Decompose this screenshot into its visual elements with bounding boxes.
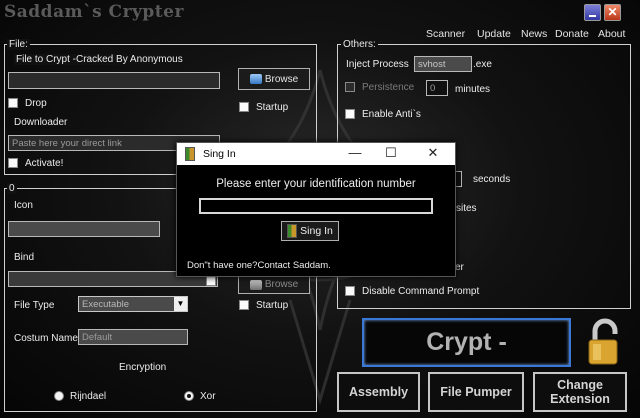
file-path-field[interactable] bbox=[8, 72, 220, 89]
file-group-label: File: bbox=[7, 39, 30, 50]
identification-number-input[interactable] bbox=[199, 198, 433, 214]
crypt-button[interactable]: Crypt - bbox=[362, 318, 571, 367]
file-type-value: Executable bbox=[82, 299, 130, 310]
drop-checkbox[interactable] bbox=[8, 98, 18, 108]
menu-scanner[interactable]: Scanner bbox=[426, 28, 465, 40]
inject-ext-label: .exe bbox=[473, 59, 492, 70]
inject-process-field[interactable]: svhost bbox=[414, 56, 472, 72]
others-group-label: Others: bbox=[341, 39, 378, 50]
bind-group-label: 0 bbox=[7, 183, 17, 194]
sites-label: sites bbox=[456, 203, 477, 214]
startup-file-label: Startup bbox=[256, 102, 289, 113]
drop-label: Drop bbox=[25, 98, 47, 109]
sign-in-button[interactable]: Sing In bbox=[281, 221, 339, 241]
persistence-label: Persistence bbox=[362, 82, 415, 93]
bind-label: Bind bbox=[14, 252, 35, 263]
startup-file-checkbox[interactable] bbox=[239, 102, 249, 112]
door-icon bbox=[287, 224, 298, 238]
minimize-button[interactable] bbox=[584, 4, 601, 21]
lock-icon bbox=[585, 318, 625, 366]
door-icon bbox=[185, 147, 195, 161]
activate-label: Activate! bbox=[25, 158, 64, 169]
icon-path-field[interactable] bbox=[8, 221, 160, 237]
icon-label: Icon bbox=[14, 200, 33, 211]
dialog-title: Sing In bbox=[203, 148, 236, 160]
sign-in-button-label: Sing In bbox=[300, 225, 333, 237]
sign-in-dialog: Sing In — ☐ ✕ Please enter your identifi… bbox=[176, 142, 456, 277]
dialog-close-button[interactable]: ✕ bbox=[425, 145, 441, 161]
encryption-label: Encryption bbox=[119, 362, 167, 373]
menu-about[interactable]: About bbox=[598, 28, 625, 40]
activate-checkbox[interactable] bbox=[8, 158, 18, 168]
browse-icon bbox=[249, 74, 262, 84]
browse-file-label: Browse bbox=[264, 73, 299, 85]
disable-cmd-label: Disable Command Prompt bbox=[362, 286, 480, 297]
menu-donate[interactable]: Donate bbox=[555, 28, 589, 40]
browse-icon bbox=[249, 279, 262, 290]
dialog-minimize-button[interactable]: — bbox=[347, 145, 363, 161]
menu-update[interactable]: Update bbox=[477, 28, 511, 40]
file-to-crypt-label: File to Crypt -Cracked By Anonymous bbox=[14, 54, 185, 65]
startup-bind-label: Startup bbox=[256, 300, 289, 311]
persistence-minutes-field[interactable]: 0 bbox=[426, 80, 448, 96]
downloader-label: Downloader bbox=[14, 117, 68, 128]
startup-bind-checkbox[interactable] bbox=[239, 300, 249, 310]
file-type-select[interactable]: Executable ▼ bbox=[78, 296, 188, 312]
er-label: er bbox=[455, 262, 464, 273]
browse-file-button[interactable]: Browse bbox=[238, 68, 310, 90]
persistence-checkbox[interactable] bbox=[345, 82, 355, 92]
dialog-maximize-button[interactable]: ☐ bbox=[383, 145, 399, 161]
file-type-label: File Type bbox=[14, 300, 55, 311]
xor-radio[interactable] bbox=[184, 391, 194, 401]
dialog-prompt: Please enter your identification number bbox=[216, 178, 416, 190]
chevron-down-icon: ▼ bbox=[174, 297, 187, 311]
bind-extra-checkbox[interactable] bbox=[206, 276, 216, 286]
menu-news[interactable]: News bbox=[521, 28, 547, 40]
app-title: Saddam`s Crypter bbox=[4, 2, 184, 22]
costum-name-label: Costum Name bbox=[14, 333, 78, 344]
disable-cmd-checkbox[interactable] bbox=[345, 286, 355, 296]
inject-process-label: Inject Process bbox=[346, 59, 409, 70]
contact-footer: Don"t have one?Contact Saddam. bbox=[187, 260, 331, 271]
enable-anti-label: Enable Anti`s bbox=[362, 109, 421, 120]
browse-bind-label: Browse bbox=[264, 279, 299, 290]
browse-bind-button[interactable]: Browse bbox=[238, 276, 310, 294]
costum-name-field[interactable]: Default bbox=[78, 329, 188, 345]
enable-anti-checkbox[interactable] bbox=[345, 109, 355, 119]
close-button[interactable]: ✕ bbox=[604, 4, 621, 21]
change-extension-button[interactable]: Change Extension bbox=[533, 372, 627, 412]
dialog-titlebar: Sing In — ☐ ✕ bbox=[177, 143, 455, 165]
rijndael-label: Rijndael bbox=[70, 391, 107, 402]
assembly-button[interactable]: Assembly bbox=[337, 372, 420, 412]
rijndael-radio[interactable] bbox=[54, 391, 64, 401]
xor-label: Xor bbox=[200, 391, 216, 402]
seconds-label: seconds bbox=[473, 174, 511, 185]
file-pumper-button[interactable]: File Pumper bbox=[428, 372, 524, 412]
minutes-label: minutes bbox=[455, 84, 491, 95]
